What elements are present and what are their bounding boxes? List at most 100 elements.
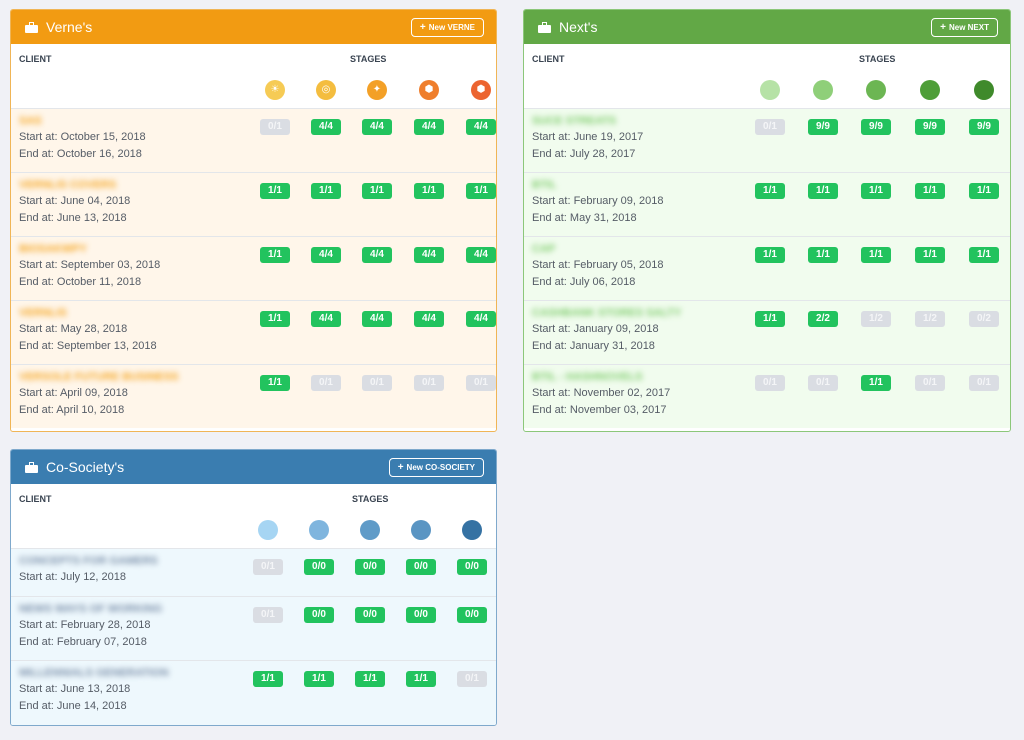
client-row[interactable]: SUCE STREATS Start at: June 19, 2017 End a… [524, 109, 1010, 173]
client-row[interactable]: BIOSAKWPY Start at: September 03, 2018 End… [11, 237, 496, 301]
client-row[interactable]: CASHBANK STORES SALTY Start at: January 0… [524, 301, 1010, 365]
client-name[interactable]: BIOSAKWPY [19, 243, 87, 255]
new-verne-button[interactable]: + New VERNE [410, 17, 484, 37]
client-row[interactable]: CONCEPTS FOR GAMERS Start at: July 12, 20… [11, 549, 496, 597]
client-row[interactable]: MILLENNIALS GENERATION Start at: June 13,… [11, 661, 496, 725]
client-name[interactable]: VERNLIS COVERS [19, 179, 116, 191]
stage-progress-badge[interactable]: 0/1 [755, 119, 785, 135]
stage-progress-badge[interactable]: 0/1 [915, 375, 945, 391]
stage-progress-badge[interactable]: 0/0 [304, 559, 334, 575]
stage-progress-badge[interactable]: 1/1 [362, 183, 392, 199]
verne-panel-header: Verne's + New VERNE [11, 10, 496, 44]
stage-progress-badge[interactable]: 4/4 [414, 247, 444, 263]
client-name[interactable]: VERSOLE FUTURE BUSINESS [19, 371, 179, 383]
stage-progress-badge[interactable]: 4/4 [466, 247, 496, 263]
stage-progress-badge[interactable]: 1/1 [861, 247, 891, 263]
stage-progress-badge[interactable]: 1/1 [808, 247, 838, 263]
stage-progress-badge[interactable]: 1/1 [414, 183, 444, 199]
stage-progress-badge[interactable]: 1/1 [311, 183, 341, 199]
client-name[interactable]: CONCEPTS FOR GAMERS [19, 555, 158, 567]
client-row[interactable]: SAS Start at: October 15, 2018 End at: Oct… [11, 109, 496, 173]
stage-progress-badge[interactable]: 0/0 [457, 607, 487, 623]
stage-progress-badge[interactable]: 1/1 [755, 247, 785, 263]
stage-progress-badge[interactable]: 1/1 [915, 247, 945, 263]
client-row[interactable]: VERNLIS COVERS Start at: June 04, 2018 End… [11, 173, 496, 237]
stage-progress-badge[interactable]: 1/2 [915, 311, 945, 327]
stage-progress-badge[interactable]: 4/4 [414, 119, 444, 135]
stage-progress-badge[interactable]: 4/4 [414, 311, 444, 327]
stage-progress-badge[interactable]: 0/1 [969, 375, 999, 391]
stage-progress-badge[interactable]: 4/4 [466, 119, 496, 135]
stage-progress-badge[interactable]: 0/1 [253, 559, 283, 575]
stage-progress-badge[interactable]: 0/0 [355, 607, 385, 623]
start-date: Start at: June 19, 2017 [532, 131, 644, 143]
stage-progress-badge[interactable]: 1/1 [915, 183, 945, 199]
stage-progress-badge[interactable]: 2/2 [808, 311, 838, 327]
client-name[interactable]: MILLENNIALS GENERATION [19, 667, 169, 679]
stage-progress-badge[interactable]: 4/4 [362, 119, 392, 135]
stage-progress-badge[interactable]: 1/1 [755, 311, 785, 327]
stage-progress-badge[interactable]: 9/9 [915, 119, 945, 135]
stage-progress-badge[interactable]: 1/1 [808, 183, 838, 199]
stage-progress-badge[interactable]: 1/1 [406, 671, 436, 687]
end-date: End at: October 16, 2018 [19, 148, 142, 160]
stage-progress-badge[interactable]: 0/0 [304, 607, 334, 623]
stage-progress-badge[interactable]: 0/1 [755, 375, 785, 391]
client-name[interactable]: CAP [532, 243, 555, 255]
stage-progress-badge[interactable]: 1/1 [861, 183, 891, 199]
stage-progress-badge[interactable]: 1/1 [260, 375, 290, 391]
client-name[interactable]: VERNLIS [19, 307, 67, 319]
stage-progress-badge[interactable]: 1/1 [260, 183, 290, 199]
stage-progress-badge[interactable]: 0/0 [406, 559, 436, 575]
panel-title: Verne's [46, 19, 93, 35]
stage-progress-badge[interactable]: 4/4 [311, 247, 341, 263]
stage-progress-badge[interactable]: 9/9 [808, 119, 838, 135]
stage-progress-badge[interactable]: 0/1 [362, 375, 392, 391]
stage-progress-badge[interactable]: 4/4 [362, 311, 392, 327]
stage-progress-badge[interactable]: 1/1 [253, 671, 283, 687]
client-row[interactable]: BTIL Start at: February 09, 2018 End at: M… [524, 173, 1010, 237]
client-row[interactable]: NEWS WAYS OF WORKING Start at: February 2… [11, 597, 496, 661]
stage-progress-badge[interactable]: 4/4 [362, 247, 392, 263]
stage-progress-badge[interactable]: 1/1 [969, 247, 999, 263]
stage-progress-badge[interactable]: 0/1 [466, 375, 496, 391]
client-name[interactable]: SAS [19, 115, 42, 127]
client-name[interactable]: CASHBANK STORES SALTY [532, 307, 681, 319]
stage-1-dot-icon [258, 520, 278, 540]
stage-progress-badge[interactable]: 4/4 [311, 311, 341, 327]
client-row[interactable]: VERSOLE FUTURE BUSINESS Start at: April 0… [11, 365, 496, 428]
stage-progress-badge[interactable]: 1/1 [260, 311, 290, 327]
stage-progress-badge[interactable]: 0/1 [808, 375, 838, 391]
stage-progress-badge[interactable]: 1/1 [355, 671, 385, 687]
new-next-button[interactable]: + New NEXT [931, 17, 998, 37]
stage-progress-badge[interactable]: 1/1 [755, 183, 785, 199]
stage-progress-badge[interactable]: 4/4 [466, 311, 496, 327]
cosociety-panel-header: Co-Society's + New CO-SOCIETY [11, 450, 496, 484]
stage-progress-badge[interactable]: 0/0 [457, 559, 487, 575]
client-name[interactable]: BTIL - HASHNOVELS [532, 371, 642, 383]
client-row[interactable]: VERNLIS Start at: May 28, 2018 End at: Sep… [11, 301, 496, 365]
client-name[interactable]: SUCE STREATS [532, 115, 616, 127]
stage-progress-badge[interactable]: 1/2 [861, 311, 891, 327]
stage-progress-badge[interactable]: 0/2 [969, 311, 999, 327]
stage-progress-badge[interactable]: 4/4 [311, 119, 341, 135]
stage-progress-badge[interactable]: 0/0 [355, 559, 385, 575]
stage-progress-badge[interactable]: 0/1 [260, 119, 290, 135]
new-cosociety-button[interactable]: + New CO-SOCIETY [388, 457, 484, 477]
stage-progress-badge[interactable]: 0/1 [414, 375, 444, 391]
stage-progress-badge[interactable]: 0/0 [406, 607, 436, 623]
stage-progress-badge[interactable]: 1/1 [260, 247, 290, 263]
client-row[interactable]: CAP Start at: February 05, 2018 End at: Ju… [524, 237, 1010, 301]
stage-progress-badge[interactable]: 0/1 [457, 671, 487, 687]
stage-progress-badge[interactable]: 1/1 [466, 183, 496, 199]
stage-progress-badge[interactable]: 1/1 [861, 375, 891, 391]
stage-progress-badge[interactable]: 1/1 [304, 671, 334, 687]
stage-progress-badge[interactable]: 0/1 [311, 375, 341, 391]
client-name[interactable]: NEWS WAYS OF WORKING [19, 603, 162, 615]
client-row[interactable]: BTIL - HASHNOVELS Start at: November 02, … [524, 365, 1010, 428]
client-name[interactable]: BTIL [532, 179, 556, 191]
stage-progress-badge[interactable]: 9/9 [861, 119, 891, 135]
stage-progress-badge[interactable]: 9/9 [969, 119, 999, 135]
stage-progress-badge[interactable]: 1/1 [969, 183, 999, 199]
stage-progress-badge[interactable]: 0/1 [253, 607, 283, 623]
